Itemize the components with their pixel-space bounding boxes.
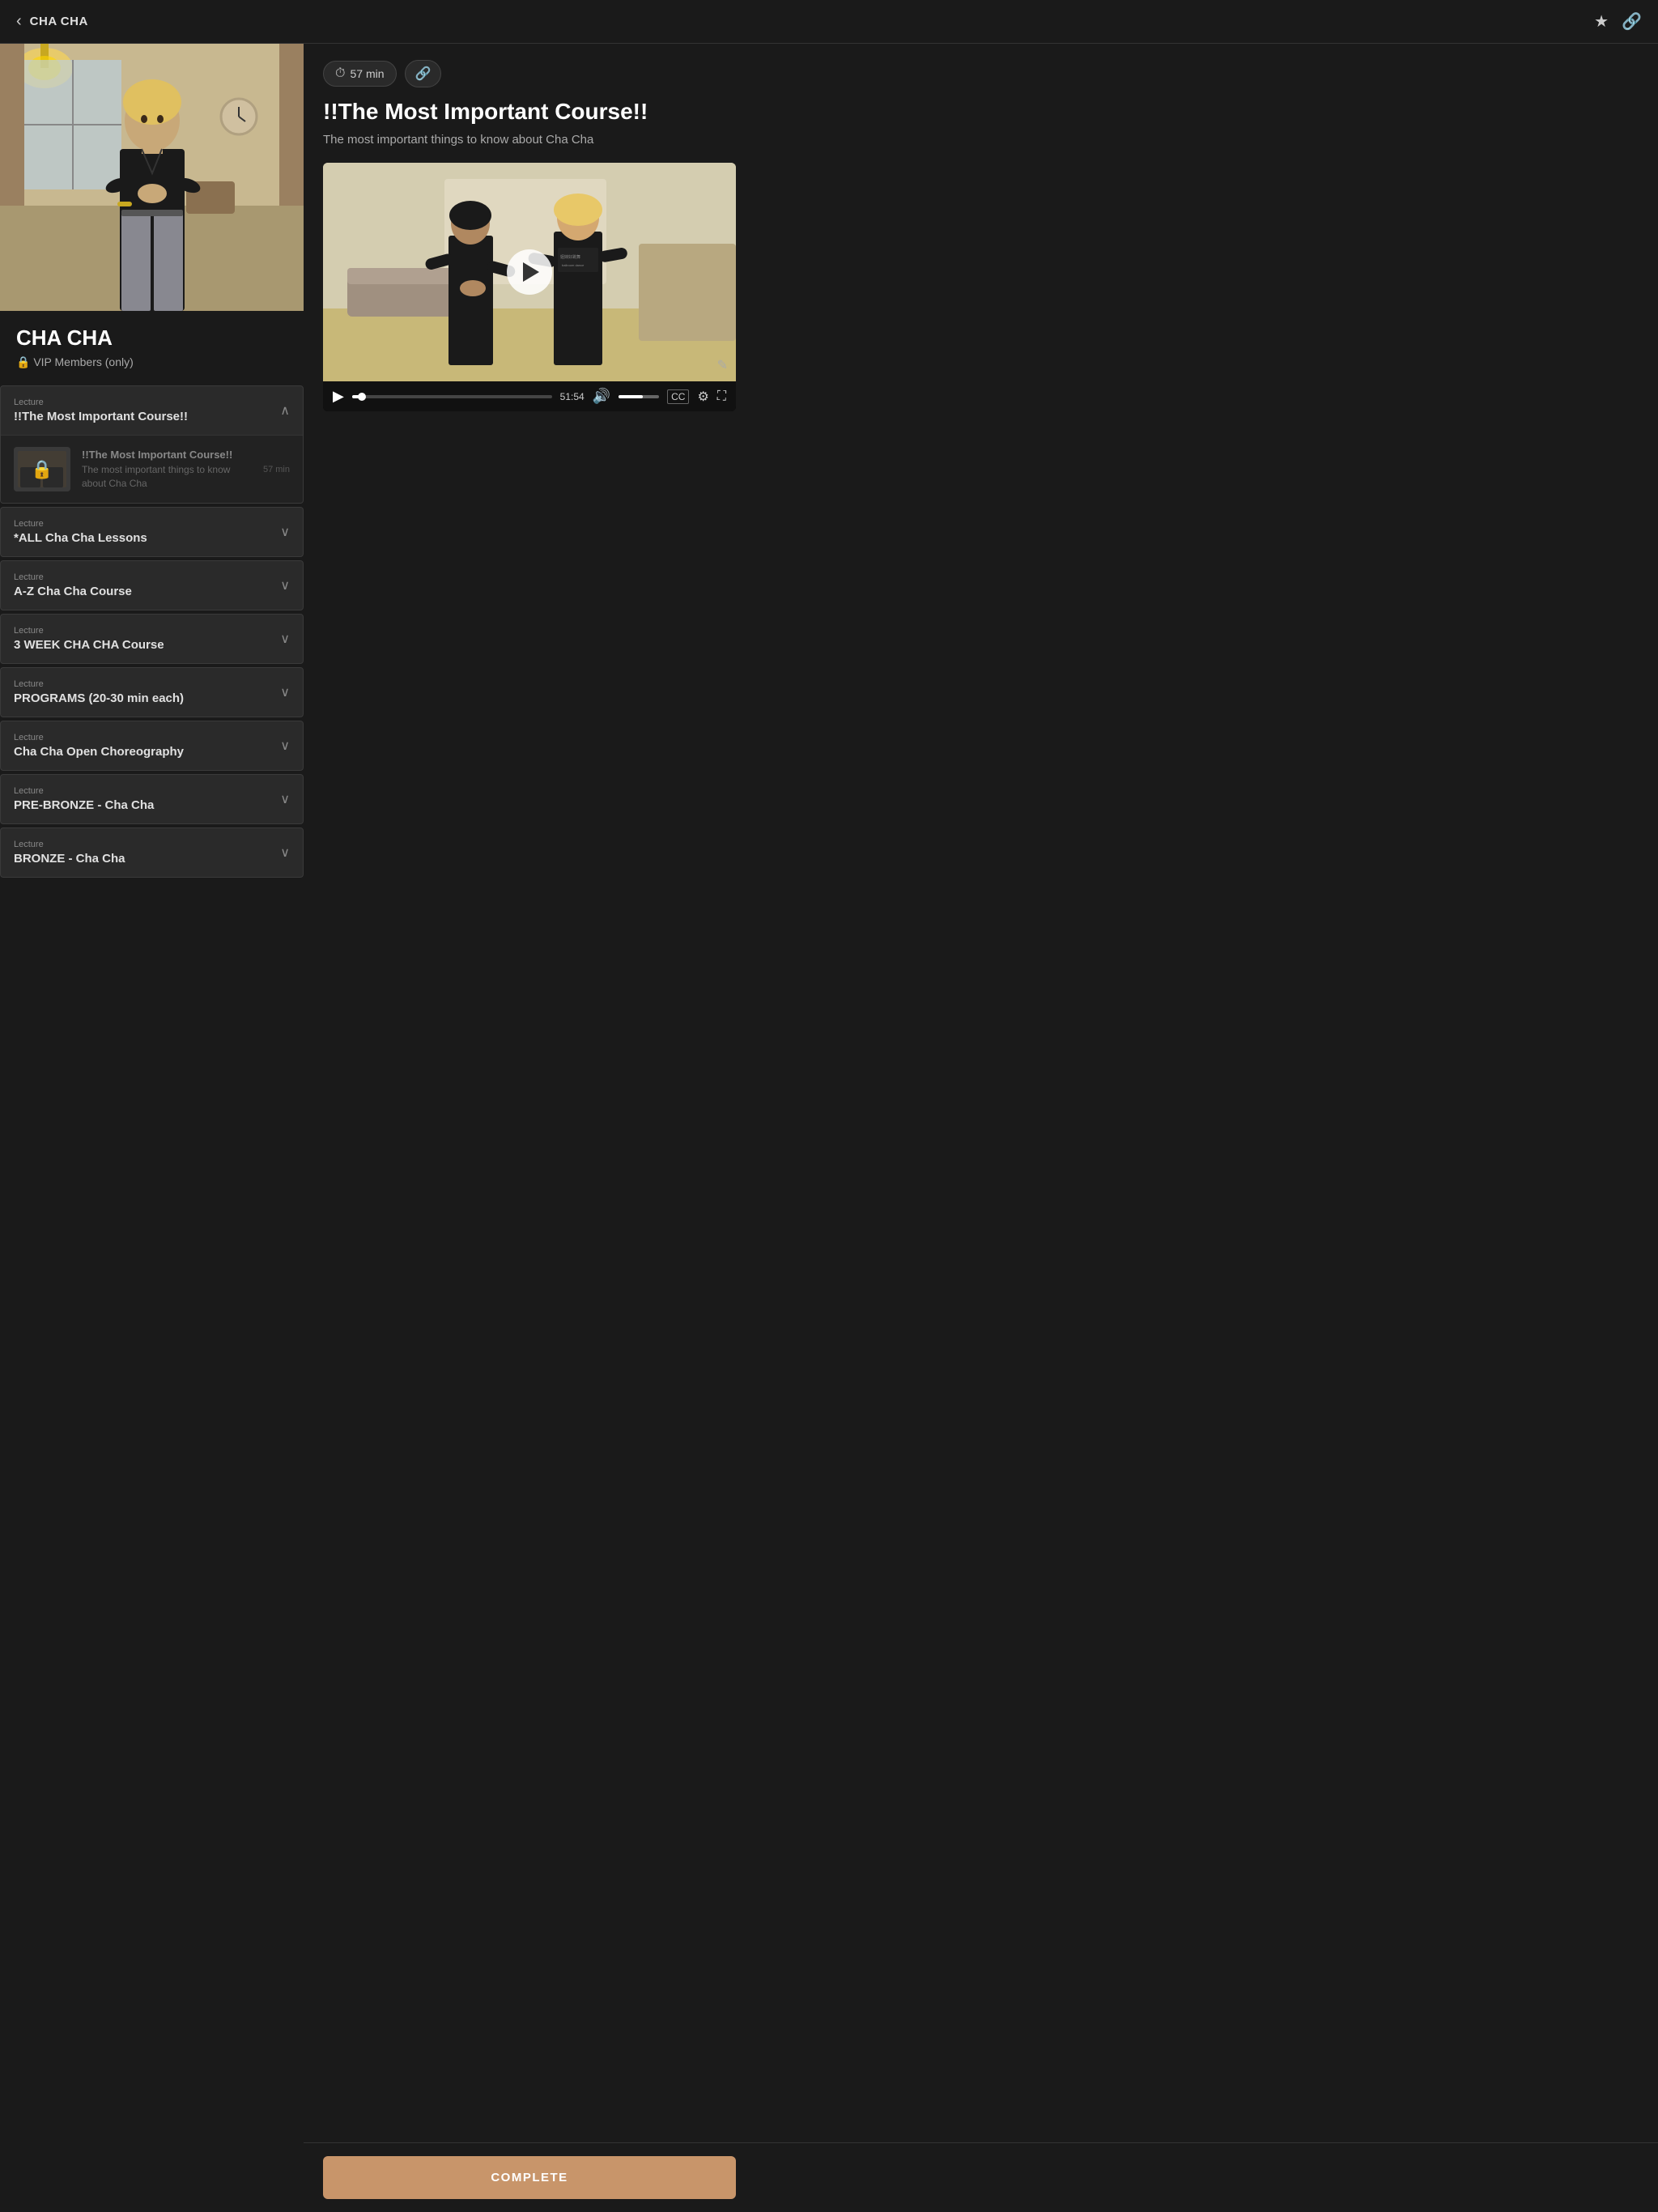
- lecture-name-3: A-Z Cha Cha Course: [14, 585, 132, 598]
- header-left: ‹ CHA CHA: [16, 12, 88, 31]
- video-controls: ▶ 51:54 🔊 CC ⚙ ⛶: [323, 381, 736, 411]
- favorite-icon[interactable]: ★: [1594, 11, 1609, 32]
- volume-slider[interactable]: [619, 395, 659, 398]
- lecture-header-7[interactable]: Lecture PRE-BRONZE - Cha Cha ∨: [1, 775, 303, 823]
- lecture-info-8: Lecture BRONZE - Cha Cha: [14, 840, 125, 866]
- back-button[interactable]: ‹: [16, 12, 22, 31]
- header-actions: ★ 🔗: [1594, 11, 1642, 32]
- content-meta: ⏱ 57 min 🔗: [323, 60, 1639, 87]
- lecture-info-4: Lecture 3 WEEK CHA CHA Course: [14, 626, 164, 652]
- lecture-name-7: PRE-BRONZE - Cha Cha: [14, 798, 154, 812]
- duration-text: 57 min: [350, 67, 384, 80]
- course-info: CHA CHA 🔒 VIP Members (only): [0, 311, 304, 377]
- header-title: CHA CHA: [30, 15, 88, 28]
- lecture-header-8[interactable]: Lecture BRONZE - Cha Cha ∨: [1, 828, 303, 877]
- lecture-name-4: 3 WEEK CHA CHA Course: [14, 638, 164, 652]
- volume-fill: [619, 395, 643, 398]
- chevron-down-icon-5: ∨: [280, 684, 290, 700]
- cc-button[interactable]: CC: [667, 389, 689, 404]
- chevron-down-icon-6: ∨: [280, 738, 290, 754]
- content-area: ⏱ 57 min 🔗 !!The Most Important Course!!…: [304, 44, 1658, 492]
- complete-button-wrapper: COMPLETE: [304, 2142, 1658, 2212]
- lecture-item-6: Lecture Cha Cha Open Choreography ∨: [0, 721, 304, 771]
- edit-icon[interactable]: ✎: [717, 357, 728, 373]
- course-image: [0, 44, 304, 311]
- locked-description: The most important things to know about …: [82, 463, 252, 491]
- chevron-down-icon-7: ∨: [280, 791, 290, 807]
- lecture-label-3: Lecture: [14, 572, 132, 582]
- course-image-svg: [0, 44, 304, 311]
- main-layout: CHA CHA 🔒 VIP Members (only) Lecture !!T…: [0, 44, 1658, 946]
- video-frame: 姐妹好跳舞 ballroom dance ✎: [323, 163, 736, 381]
- sidebar-scroll: CHA CHA 🔒 VIP Members (only) Lecture !!T…: [0, 44, 304, 946]
- lecture-item-5: Lecture PROGRAMS (20-30 min each) ∨: [0, 667, 304, 717]
- video-player: 姐妹好跳舞 ballroom dance ✎: [323, 163, 736, 411]
- lecture-name-2: *ALL Cha Cha Lessons: [14, 531, 147, 545]
- duration-badge: ⏱ 57 min: [323, 61, 397, 87]
- svg-text:姐妹好跳舞: 姐妹好跳舞: [560, 254, 580, 260]
- course-subtitle: 🔒 VIP Members (only): [16, 355, 287, 369]
- video-play-button[interactable]: ▶: [333, 388, 344, 405]
- lecture-label-4: Lecture: [14, 626, 164, 636]
- lock-icon: 🔒: [31, 459, 53, 480]
- chevron-down-icon-2: ∨: [280, 524, 290, 540]
- lecture-item-8: Lecture BRONZE - Cha Cha ∨: [0, 827, 304, 878]
- lecture-info-6: Lecture Cha Cha Open Choreography: [14, 733, 184, 759]
- lecture-label-7: Lecture: [14, 786, 154, 796]
- clock-icon: ⏱: [335, 66, 345, 81]
- lecture-header-1[interactable]: Lecture !!The Most Important Course!! ∧: [1, 386, 303, 435]
- locked-preview: 🔒 !!The Most Important Course!! The most…: [1, 435, 303, 503]
- locked-thumbnail: 🔒: [14, 447, 70, 491]
- fullscreen-icon[interactable]: ⛶: [717, 389, 726, 404]
- lecture-header-6[interactable]: Lecture Cha Cha Open Choreography ∨: [1, 721, 303, 770]
- lecture-header-4[interactable]: Lecture 3 WEEK CHA CHA Course ∨: [1, 615, 303, 663]
- locked-text: !!The Most Important Course!! The most i…: [82, 449, 252, 491]
- lecture-label-1: Lecture: [14, 398, 188, 407]
- lecture-list: Lecture !!The Most Important Course!! ∧: [0, 385, 304, 878]
- course-title: CHA CHA: [16, 325, 287, 351]
- lecture-label-2: Lecture: [14, 519, 147, 529]
- lecture-header-2[interactable]: Lecture *ALL Cha Cha Lessons ∨: [1, 508, 303, 556]
- chevron-down-icon-8: ∨: [280, 844, 290, 861]
- share-icon[interactable]: 🔗: [1622, 11, 1642, 32]
- lecture-info-5: Lecture PROGRAMS (20-30 min each): [14, 679, 184, 705]
- content-description: The most important things to know about …: [323, 133, 1639, 147]
- chevron-down-icon-4: ∨: [280, 631, 290, 647]
- lecture-info-3: Lecture A-Z Cha Cha Course: [14, 572, 132, 598]
- lecture-item-1: Lecture !!The Most Important Course!! ∧: [0, 385, 304, 504]
- chevron-down-icon-3: ∨: [280, 577, 290, 593]
- progress-dot: [358, 393, 366, 401]
- sidebar: CHA CHA 🔒 VIP Members (only) Lecture !!T…: [0, 44, 304, 946]
- lecture-header-3[interactable]: Lecture A-Z Cha Cha Course ∨: [1, 561, 303, 610]
- locked-duration: 57 min: [263, 465, 290, 474]
- settings-icon[interactable]: ⚙: [697, 389, 708, 405]
- play-button[interactable]: [507, 249, 552, 295]
- lecture-info-7: Lecture PRE-BRONZE - Cha Cha: [14, 786, 154, 812]
- lecture-label-8: Lecture: [14, 840, 125, 849]
- lecture-name-6: Cha Cha Open Choreography: [14, 745, 184, 759]
- lecture-label-6: Lecture: [14, 733, 184, 742]
- lecture-item-3: Lecture A-Z Cha Cha Course ∨: [0, 560, 304, 610]
- lecture-name-1: !!The Most Important Course!!: [14, 410, 188, 423]
- lecture-name-8: BRONZE - Cha Cha: [14, 852, 125, 866]
- lecture-header-5[interactable]: Lecture PROGRAMS (20-30 min each) ∨: [1, 668, 303, 717]
- lecture-item-4: Lecture 3 WEEK CHA CHA Course ∨: [0, 614, 304, 664]
- svg-text:ballroom dance: ballroom dance: [562, 263, 585, 267]
- complete-button[interactable]: COMPLETE: [323, 2156, 736, 2199]
- volume-icon[interactable]: 🔊: [593, 388, 610, 405]
- lecture-info-2: Lecture *ALL Cha Cha Lessons: [14, 519, 147, 545]
- lecture-item-7: Lecture PRE-BRONZE - Cha Cha ∨: [0, 774, 304, 824]
- video-time: 51:54: [560, 391, 585, 402]
- video-progress-bar[interactable]: [352, 395, 552, 398]
- locked-title: !!The Most Important Course!!: [82, 449, 252, 461]
- lecture-item-2: Lecture *ALL Cha Cha Lessons ∨: [0, 507, 304, 557]
- lecture-info-1: Lecture !!The Most Important Course!!: [14, 398, 188, 423]
- chevron-up-icon-1: ∧: [280, 402, 290, 419]
- link-badge[interactable]: 🔗: [405, 60, 442, 87]
- lecture-name-5: PROGRAMS (20-30 min each): [14, 691, 184, 705]
- play-triangle-icon: [523, 262, 539, 282]
- lecture-label-5: Lecture: [14, 679, 184, 689]
- content-title: !!The Most Important Course!!: [323, 99, 1639, 125]
- app-header: ‹ CHA CHA ★ 🔗: [0, 0, 1658, 44]
